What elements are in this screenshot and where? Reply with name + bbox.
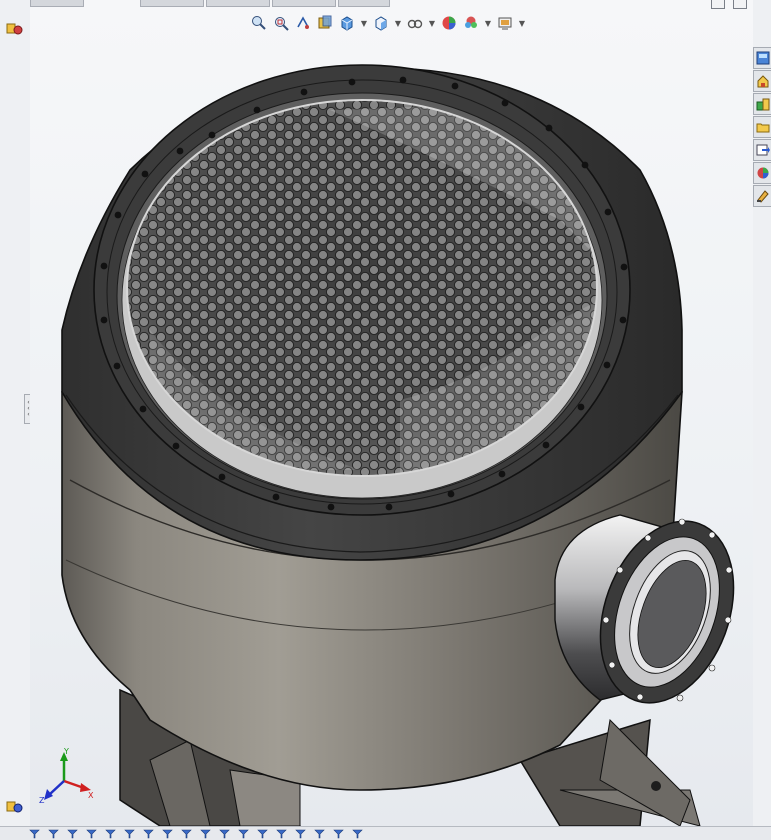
selection-filter-icon[interactable] <box>28 829 40 839</box>
design-library-icon[interactable] <box>753 70 771 92</box>
configuration-manager-icon[interactable] <box>4 20 26 38</box>
dimxpert-icon[interactable] <box>4 798 26 816</box>
display-style-icon[interactable] <box>372 14 390 32</box>
appearances-icon[interactable] <box>753 162 771 184</box>
previous-view-icon[interactable] <box>294 14 312 32</box>
hide-show-dropdown[interactable]: ▼ <box>428 14 436 32</box>
selection-filter-icon[interactable] <box>104 829 116 839</box>
hide-show-icon[interactable] <box>406 14 424 32</box>
display-style-dropdown[interactable]: ▼ <box>394 14 402 32</box>
selection-filter-toolbar <box>0 826 771 840</box>
maximize-button[interactable] <box>733 0 747 9</box>
section-view-icon[interactable] <box>316 14 334 32</box>
triad-x-label: X <box>88 791 94 800</box>
custom-properties-icon[interactable] <box>753 185 771 207</box>
view-palette-icon[interactable] <box>753 139 771 161</box>
selection-filter-icon[interactable] <box>313 829 325 839</box>
resources-icon[interactable] <box>753 47 771 69</box>
pressure-vessel-model[interactable] <box>30 0 753 826</box>
view-orientation-icon[interactable] <box>338 14 356 32</box>
selection-filter-icon[interactable] <box>47 829 59 839</box>
selection-filter-icon[interactable] <box>66 829 78 839</box>
view-settings-icon[interactable] <box>496 14 514 32</box>
selection-filter-icon[interactable] <box>123 829 135 839</box>
selection-filter-icon[interactable] <box>180 829 192 839</box>
selection-filter-icon[interactable] <box>256 829 268 839</box>
triad-z-label: Z <box>39 796 45 805</box>
selection-filter-icon[interactable] <box>161 829 173 839</box>
folder-icon[interactable] <box>753 116 771 138</box>
task-pane-tabs <box>753 47 771 207</box>
scene-dropdown[interactable]: ▼ <box>484 14 492 32</box>
selection-filter-icon[interactable] <box>218 829 230 839</box>
view-orientation-dropdown[interactable]: ▼ <box>360 14 368 32</box>
zoom-area-icon[interactable] <box>272 14 290 32</box>
restore-down-button[interactable] <box>711 0 725 9</box>
view-settings-dropdown[interactable]: ▼ <box>518 14 526 32</box>
appearance-icon[interactable] <box>440 14 458 32</box>
heads-up-view-toolbar: ▼ ▼ ▼ ▼ ▼ <box>250 11 526 35</box>
design-library-parts-icon[interactable] <box>753 93 771 115</box>
selection-filter-icon[interactable] <box>85 829 97 839</box>
scene-icon[interactable] <box>462 14 480 32</box>
selection-filter-icon[interactable] <box>199 829 211 839</box>
selection-filter-icon[interactable] <box>294 829 306 839</box>
selection-filter-icon[interactable] <box>332 829 344 839</box>
selection-filter-icon[interactable] <box>351 829 363 839</box>
selection-filter-icon[interactable] <box>142 829 154 839</box>
triad-y-label: Y <box>63 748 69 756</box>
selection-filter-icon[interactable] <box>237 829 249 839</box>
selection-filter-icon[interactable] <box>275 829 287 839</box>
reference-triad: Y X Z <box>39 748 94 805</box>
zoom-to-fit-icon[interactable] <box>250 14 268 32</box>
